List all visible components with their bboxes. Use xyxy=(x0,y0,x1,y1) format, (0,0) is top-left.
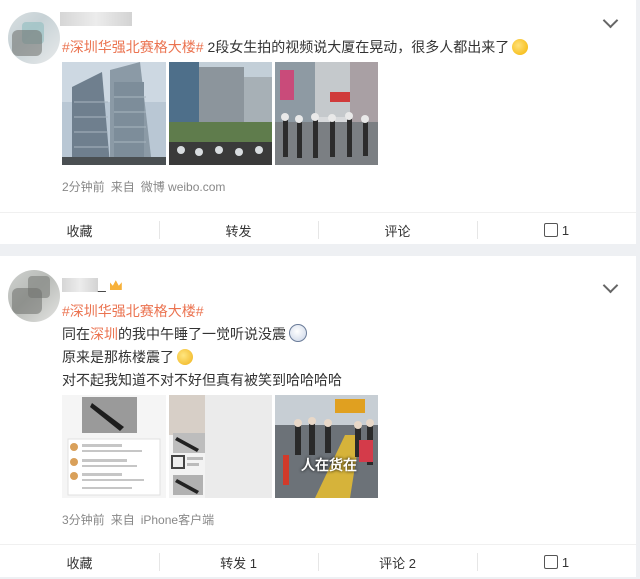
blurred-name xyxy=(60,12,132,27)
post-meta: 3分钟前 来自 iPhone客户端 xyxy=(62,513,215,527)
laugh-cry-emoji-icon xyxy=(177,349,193,365)
post-image-3[interactable]: 人在货在 xyxy=(275,395,378,498)
repost-button[interactable]: 转发 xyxy=(159,213,318,247)
post-meta: 2分钟前 来自 微博 weibo.com xyxy=(62,180,226,194)
user-avatar[interactable] xyxy=(8,270,60,322)
ghost-emoji-icon xyxy=(289,324,307,342)
post-card-2: _ #深圳华强北赛格大楼# 同在深圳的我中午睡了一觉听说没震 原来是那栋楼震了 … xyxy=(0,256,636,577)
repost-button[interactable]: 转发 1 xyxy=(159,545,318,579)
comment-button[interactable]: 评论 xyxy=(318,213,477,247)
post-image-3[interactable] xyxy=(275,62,378,165)
image-caption: 人在货在 xyxy=(301,457,357,473)
comment-button[interactable]: 评论 2 xyxy=(318,545,477,579)
chevron-down-icon[interactable] xyxy=(602,277,619,294)
post-text-line-3: 对不起我知道不对不好但真有被笑到哈哈哈哈 xyxy=(62,372,342,388)
user-name[interactable] xyxy=(60,10,132,27)
post-card-1: #深圳华强北赛格大楼# 2段女生拍的视频说大厦在晃动，很多人都出来了 2分钟前 … xyxy=(0,0,636,244)
post-source: 微博 weibo.com xyxy=(140,180,226,194)
action-bar: 收藏 转发 评论 1 xyxy=(0,212,636,247)
user-name[interactable]: _ xyxy=(62,276,122,293)
thumbs-up-icon xyxy=(543,223,558,237)
crown-icon xyxy=(109,280,122,291)
post-text-line-1: 同在深圳的我中午睡了一觉听说没震 xyxy=(62,324,307,344)
post-image-1[interactable] xyxy=(62,395,166,498)
blurred-name xyxy=(62,278,98,293)
post-time[interactable]: 3分钟前 xyxy=(62,513,105,527)
post-image-2[interactable] xyxy=(169,62,272,165)
post-image-2[interactable] xyxy=(169,395,272,498)
user-avatar[interactable] xyxy=(8,12,60,64)
like-button[interactable]: 1 xyxy=(477,545,636,579)
chevron-down-icon[interactable] xyxy=(602,12,619,29)
post-text: #深圳华强北赛格大楼# 2段女生拍的视频说大厦在晃动，很多人都出来了 xyxy=(62,37,529,57)
hashtag-link[interactable]: #深圳华强北赛格大楼# xyxy=(62,39,204,55)
smirk-emoji-icon xyxy=(512,39,529,55)
location-link[interactable]: 深圳 xyxy=(90,326,118,342)
thumbs-up-icon xyxy=(543,555,558,569)
post-time[interactable]: 2分钟前 xyxy=(62,180,105,194)
action-bar: 收藏 转发 1 评论 2 1 xyxy=(0,544,636,579)
favorite-button[interactable]: 收藏 xyxy=(0,545,159,579)
post-source: iPhone客户端 xyxy=(140,513,215,527)
post-image-1[interactable] xyxy=(62,62,166,165)
hashtag-link[interactable]: #深圳华强北赛格大楼# xyxy=(62,303,204,319)
post-hashtag-line: #深圳华强北赛格大楼# xyxy=(62,301,204,321)
like-button[interactable]: 1 xyxy=(477,213,636,247)
favorite-button[interactable]: 收藏 xyxy=(0,213,159,247)
post-text-line-2: 原来是那栋楼震了 xyxy=(62,347,193,367)
